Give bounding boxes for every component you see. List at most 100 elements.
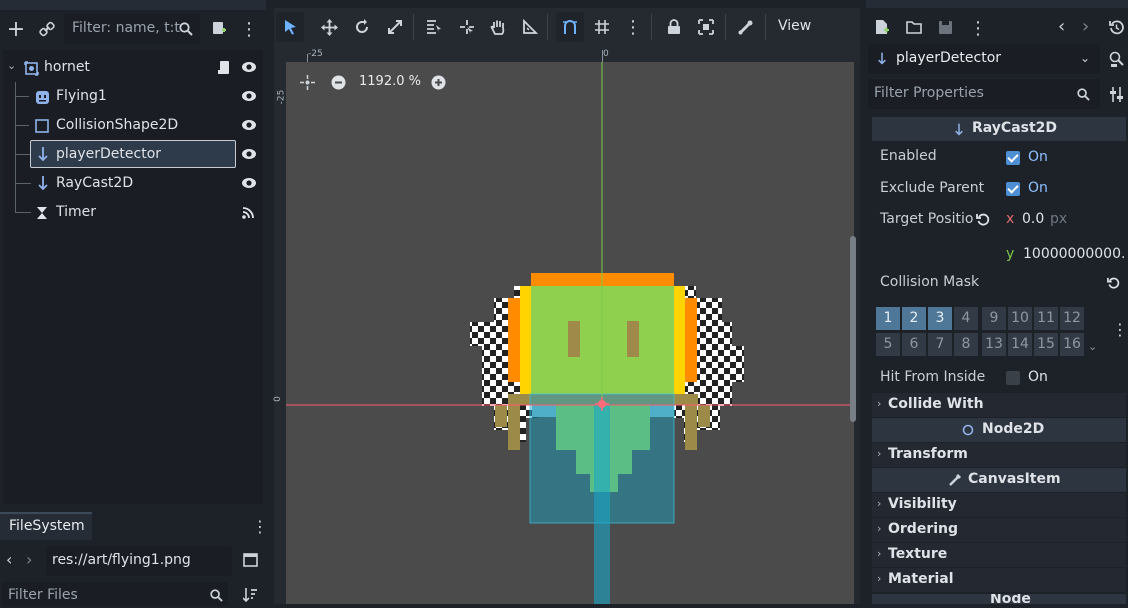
- hit-from-inside-checkbox[interactable]: [1006, 371, 1020, 389]
- enabled-checkbox[interactable]: [1006, 151, 1020, 169]
- mask-bit[interactable]: 2: [902, 307, 926, 330]
- target-y-field[interactable]: 10000000000.: [1023, 246, 1125, 262]
- snap-options-more-icon[interactable]: ⋮: [624, 17, 642, 38]
- mask-bit[interactable]: 14: [1008, 333, 1032, 356]
- category-ordering[interactable]: › Ordering: [872, 518, 1126, 542]
- snap-icon: [563, 20, 577, 34]
- mask-bit[interactable]: 8: [954, 333, 978, 356]
- category-label: Visibility: [888, 496, 957, 512]
- mask-bit[interactable]: 1: [876, 307, 900, 330]
- search-icon: [209, 588, 223, 602]
- scale-tool-icon[interactable]: [386, 18, 404, 36]
- visibility-eye-icon[interactable]: [241, 176, 257, 190]
- script-icon[interactable]: [217, 59, 231, 75]
- save-icon[interactable]: [937, 19, 953, 35]
- tree-item-label: hornet: [44, 59, 90, 75]
- mask-bit[interactable]: 13: [982, 333, 1006, 356]
- new-resource-icon[interactable]: [874, 18, 890, 36]
- revert-icon[interactable]: [1106, 276, 1120, 290]
- category-material[interactable]: › Material: [872, 568, 1126, 592]
- pan-tool-icon[interactable]: [489, 18, 507, 36]
- tree-item-raycast2d[interactable]: RayCast2D: [3, 169, 263, 198]
- zoom-level[interactable]: 1192.0 %: [359, 74, 421, 89]
- revert-icon[interactable]: [976, 213, 990, 227]
- mask-bit[interactable]: 12: [1060, 307, 1084, 330]
- grid-snap-icon[interactable]: [593, 18, 611, 36]
- mask-bit[interactable]: 3: [928, 307, 952, 330]
- bone-icon[interactable]: [737, 18, 755, 36]
- node-selector[interactable]: playerDetector ⌄: [868, 44, 1100, 74]
- link-icon[interactable]: [38, 20, 56, 38]
- attach-script-icon[interactable]: [210, 19, 228, 37]
- scene-more-icon[interactable]: ⋮: [240, 19, 258, 40]
- select-tool-button[interactable]: [276, 12, 304, 42]
- add-node-icon[interactable]: +: [6, 17, 26, 42]
- list-select-icon[interactable]: [425, 18, 443, 36]
- group-icon[interactable]: [697, 18, 715, 36]
- visibility-eye-icon[interactable]: [241, 118, 257, 132]
- tree-item-collisionshape2d[interactable]: CollisionShape2D: [3, 111, 263, 140]
- filesystem-more-icon[interactable]: ⋮: [252, 516, 268, 536]
- tab-filesystem[interactable]: FileSystem: [0, 512, 92, 540]
- collapse-arrow-icon[interactable]: ⌄: [7, 59, 16, 72]
- rotate-tool-icon[interactable]: [353, 18, 371, 36]
- scene-dock-tabbar: [0, 0, 266, 10]
- target-x-field[interactable]: 0.0: [1022, 211, 1044, 227]
- history-icon[interactable]: [1108, 19, 1124, 35]
- inspector-more-icon[interactable]: ⋮: [969, 18, 987, 39]
- sort-icon[interactable]: [242, 586, 258, 604]
- mask-bit[interactable]: 7: [928, 333, 952, 356]
- category-collide-with[interactable]: › Collide With: [872, 393, 1126, 417]
- tree-item-timer[interactable]: Timer: [3, 198, 263, 227]
- category-texture[interactable]: › Texture: [872, 543, 1126, 567]
- category-transform[interactable]: › Transform: [872, 443, 1126, 467]
- sprite-side-right-outer: [685, 298, 697, 382]
- canvas-area[interactable]: [286, 62, 854, 604]
- filter-properties-placeholder: Filter Properties: [874, 85, 984, 101]
- zoom-out-icon[interactable]: [330, 74, 346, 90]
- history-forward-icon[interactable]: ›: [1082, 16, 1089, 37]
- mask-bit[interactable]: 10: [1008, 307, 1032, 330]
- view-menu-button[interactable]: View: [778, 18, 811, 34]
- tree-item-playerdetector[interactable]: playerDetector: [3, 140, 263, 169]
- ruler-tick-label: -25: [308, 49, 323, 59]
- filter-files-input[interactable]: Filter Files: [2, 582, 228, 606]
- axis-label-x: x: [1006, 211, 1015, 227]
- viewport-scrollbar[interactable]: [850, 236, 856, 422]
- mask-bit[interactable]: 4: [954, 307, 978, 330]
- split-view-icon[interactable]: [242, 552, 258, 568]
- visibility-eye-icon[interactable]: [241, 89, 257, 103]
- mask-bit[interactable]: 9: [982, 307, 1006, 330]
- mask-bit[interactable]: 6: [902, 333, 926, 356]
- open-folder-icon[interactable]: [905, 19, 923, 35]
- tree-item-flying1[interactable]: Flying1: [3, 82, 263, 111]
- visibility-eye-icon[interactable]: [241, 147, 257, 161]
- mask-more-icon[interactable]: ⋮: [1112, 320, 1128, 339]
- property-tools-icon[interactable]: [1108, 85, 1124, 103]
- forward-icon[interactable]: ›: [26, 550, 40, 570]
- mask-bit[interactable]: 5: [876, 333, 900, 356]
- tree-item-hornet[interactable]: ⌄ hornet: [3, 53, 263, 82]
- back-icon[interactable]: ‹: [6, 550, 20, 570]
- prop-enabled: Enabled On: [872, 143, 1126, 173]
- chevron-down-icon[interactable]: ⌄: [1088, 340, 1097, 353]
- visibility-eye-icon[interactable]: [241, 60, 257, 74]
- pivot-tool-icon[interactable]: [458, 18, 476, 36]
- mask-bit[interactable]: 16: [1060, 333, 1084, 356]
- mask-bit[interactable]: 11: [1034, 307, 1058, 330]
- move-tool-icon[interactable]: [320, 18, 338, 36]
- category-visibility[interactable]: › Visibility: [872, 493, 1126, 517]
- raycast-icon: [36, 146, 50, 162]
- mask-bit[interactable]: 15: [1034, 333, 1058, 356]
- object-search-icon[interactable]: [1108, 50, 1124, 68]
- path-field[interactable]: res://art/flying1.png: [46, 546, 232, 576]
- smart-snap-button[interactable]: [556, 12, 584, 42]
- filter-properties-input[interactable]: Filter Properties: [868, 79, 1100, 109]
- ruler-tool-icon[interactable]: [521, 18, 539, 36]
- signal-icon[interactable]: [241, 205, 255, 219]
- exclude-parent-checkbox[interactable]: [1006, 182, 1020, 200]
- history-back-icon[interactable]: ‹: [1058, 16, 1065, 37]
- center-view-icon[interactable]: [299, 74, 315, 90]
- lock-icon[interactable]: [665, 18, 683, 36]
- zoom-in-icon[interactable]: [430, 74, 446, 90]
